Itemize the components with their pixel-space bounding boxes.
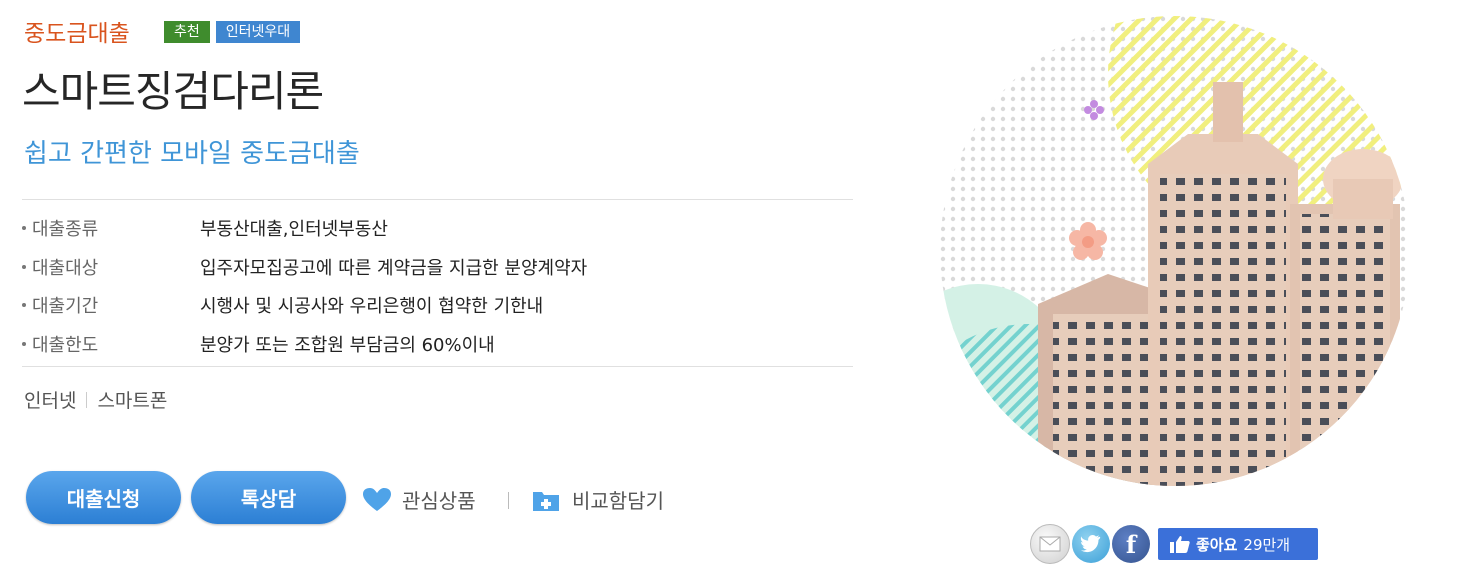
channel-smartphone: 스마트폰 xyxy=(97,390,168,412)
facebook-share-button[interactable]: f xyxy=(1112,525,1150,563)
apartment-illustration xyxy=(940,16,1410,486)
detail-value: 입주자모집공고에 따른 계약금을 지급한 분양계약자 xyxy=(200,257,588,279)
product-category: 중도금대출 xyxy=(24,21,130,47)
twitter-icon xyxy=(1080,535,1101,553)
like-count: 29만개 xyxy=(1243,535,1291,554)
detail-value: 시행사 및 시공사와 우리은행이 협약한 기한내 xyxy=(200,296,544,318)
channel-separator xyxy=(86,391,88,408)
detail-value: 부동산대출,인터넷부동산 xyxy=(200,219,388,241)
detail-row-target: 대출대상 입주자모집공고에 따른 계약금을 지급한 분양계약자 xyxy=(22,248,853,287)
action-separator xyxy=(508,492,509,509)
apply-loan-button[interactable]: 대출신청 xyxy=(26,471,181,524)
badge-group: 추천 인터넷우대 xyxy=(164,21,301,43)
social-share-bar: f 좋아요 29만개 xyxy=(1030,524,1318,564)
favorite-label: 관심상품 xyxy=(402,489,476,513)
detail-row-period: 대출기간 시행사 및 시공사와 우리은행이 협약한 기한내 xyxy=(22,286,853,325)
recommend-badge: 추천 xyxy=(164,21,210,43)
internet-preferential-badge: 인터넷우대 xyxy=(215,21,301,43)
folder-plus-icon xyxy=(533,491,559,511)
facebook-icon: f xyxy=(1125,529,1137,559)
thumbs-up-icon xyxy=(1170,536,1190,553)
mail-icon xyxy=(1039,536,1061,552)
detail-label: 대출대상 xyxy=(32,257,99,279)
product-tagline: 쉽고 간편한 모바일 중도금대출 xyxy=(24,139,360,169)
detail-row-limit: 대출한도 분양가 또는 조합원 부담금의 60%이내 xyxy=(22,325,853,364)
channel-internet: 인터넷 xyxy=(24,390,77,412)
detail-row-type: 대출종류 부동산대출,인터넷부동산 xyxy=(22,209,853,248)
divider-bottom xyxy=(22,366,853,367)
divider-top xyxy=(22,199,853,200)
bullet-icon xyxy=(22,303,26,308)
product-title: 스마트징검다리론 xyxy=(22,67,324,116)
twitter-share-button[interactable] xyxy=(1072,525,1110,563)
favorite-product-link[interactable]: 관심상품 xyxy=(362,485,476,514)
facebook-like-button[interactable]: 좋아요 29만개 xyxy=(1158,528,1318,560)
talk-consult-button[interactable]: 톡상담 xyxy=(191,471,346,524)
detail-label: 대출종류 xyxy=(32,219,99,241)
bullet-icon xyxy=(22,264,26,269)
detail-label: 대출한도 xyxy=(32,334,99,356)
product-details: 대출종류 부동산대출,인터넷부동산 대출대상 입주자모집공고에 따른 계약금을 … xyxy=(22,209,853,363)
bullet-icon xyxy=(22,226,26,231)
heart-icon xyxy=(363,487,391,511)
compare-label: 비교함담기 xyxy=(572,489,664,513)
like-label: 좋아요 xyxy=(1196,535,1238,554)
bullet-icon xyxy=(22,341,26,346)
detail-label: 대출기간 xyxy=(32,296,99,318)
channel-list: 인터넷 스마트폰 xyxy=(24,386,167,413)
mail-share-button[interactable] xyxy=(1030,524,1070,564)
detail-value: 분양가 또는 조합원 부담금의 60%이내 xyxy=(200,334,495,356)
add-compare-link[interactable]: 비교함담기 xyxy=(532,485,664,514)
